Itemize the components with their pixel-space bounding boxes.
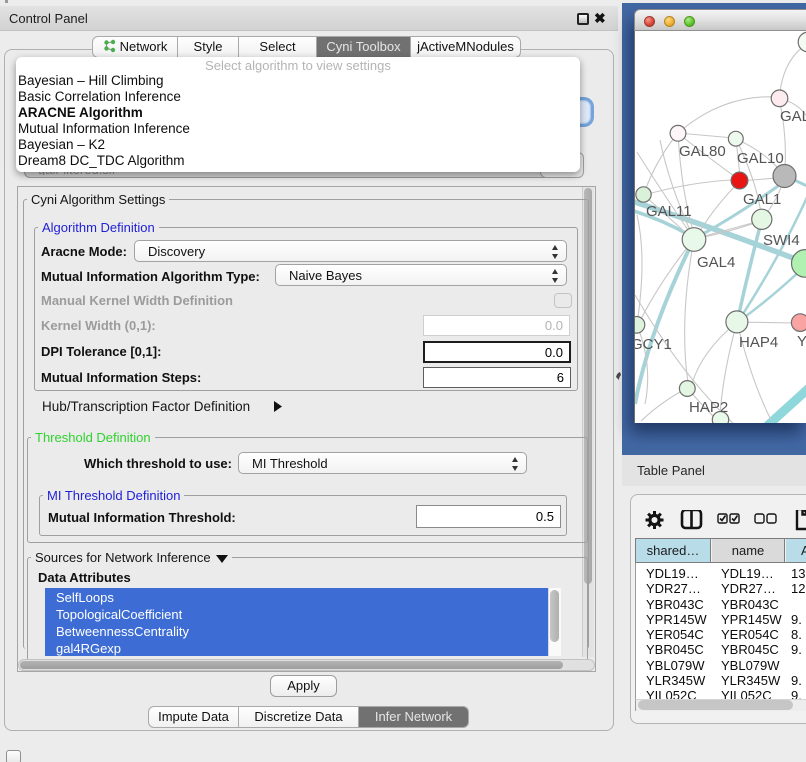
svg-text:HAP2: HAP2 xyxy=(689,399,728,416)
svg-text:Y: Y xyxy=(797,333,806,350)
svg-text:HAP4: HAP4 xyxy=(739,334,778,351)
svg-text:GAL2: GAL2 xyxy=(780,108,806,125)
svg-text:GAL1: GAL1 xyxy=(743,191,781,208)
svg-text:GAL11: GAL11 xyxy=(646,203,692,220)
svg-text:SWI4: SWI4 xyxy=(763,232,800,249)
svg-text:GAL4: GAL4 xyxy=(697,254,735,271)
svg-text:GAL80: GAL80 xyxy=(679,143,726,160)
svg-text:GAL10: GAL10 xyxy=(737,150,784,167)
svg-text:GCY1: GCY1 xyxy=(635,336,672,353)
